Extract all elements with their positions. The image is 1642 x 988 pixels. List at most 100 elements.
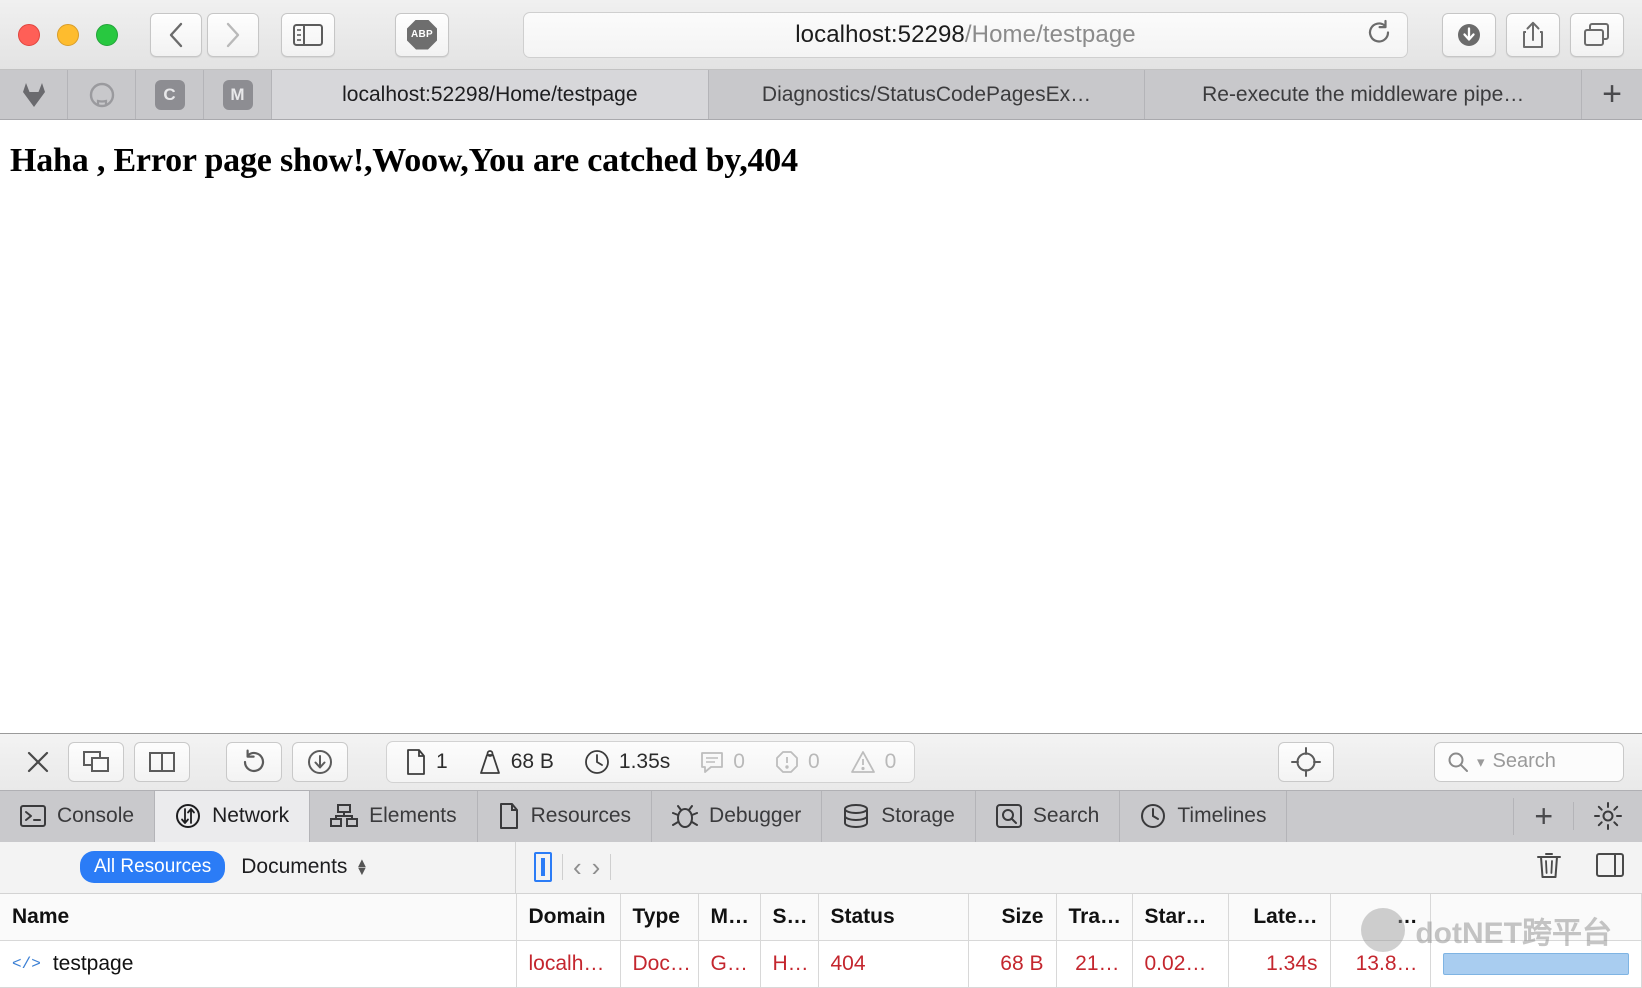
inspector-settings-button[interactable] xyxy=(1573,802,1642,830)
column-status[interactable]: Status xyxy=(818,893,969,941)
preserve-log-button[interactable] xyxy=(292,741,348,782)
sidebar-toggle-button[interactable] xyxy=(281,12,335,57)
new-tab-button[interactable]: + xyxy=(1582,70,1642,119)
next-resource-button[interactable]: › xyxy=(592,852,601,883)
minimize-window-button[interactable] xyxy=(57,23,79,46)
resources-icon xyxy=(499,803,518,829)
search-icon xyxy=(995,804,1022,828)
tab-elements[interactable]: Elements xyxy=(310,790,478,842)
browser-tab-2[interactable]: Diagnostics/StatusCodePagesEx… xyxy=(709,70,1146,119)
back-button[interactable] xyxy=(150,12,202,57)
favorite-m[interactable]: M xyxy=(204,70,272,119)
close-inspector-button[interactable] xyxy=(18,742,58,782)
cell-method: G… xyxy=(698,940,761,988)
cell-latency: 1.34s xyxy=(1228,940,1331,988)
debugger-icon xyxy=(672,805,699,828)
tab-console[interactable]: Console xyxy=(0,790,156,842)
add-tab-button[interactable]: + xyxy=(1513,797,1573,835)
tab-resources[interactable]: Resources xyxy=(478,790,653,842)
network-filter-right: ‹ › xyxy=(516,842,1642,893)
browser-tab-1[interactable]: localhost:52298/Home/testpage xyxy=(272,70,709,119)
m-badge-icon: M xyxy=(222,79,253,110)
column-latency[interactable]: Late… xyxy=(1228,893,1331,941)
console-icon xyxy=(20,805,46,827)
column-start[interactable]: Star… xyxy=(1132,893,1229,941)
column-size[interactable]: Size xyxy=(968,893,1057,941)
split-panel-icon xyxy=(1596,852,1624,877)
network-filter-bar: All Resources Documents ▲ ▼ ‹ › xyxy=(0,841,1642,894)
stat-resources: 1 xyxy=(405,748,448,775)
tab-overview-button[interactable] xyxy=(1570,12,1624,57)
tab-search[interactable]: Search xyxy=(976,790,1121,842)
network-filter-left: All Resources Documents ▲ ▼ xyxy=(0,841,516,893)
dock-detached-button[interactable] xyxy=(68,741,124,782)
toolbar-right-buttons xyxy=(1442,12,1624,57)
divider xyxy=(562,854,563,880)
tab-storage[interactable]: Storage xyxy=(822,790,976,842)
tab-timelines[interactable]: Timelines xyxy=(1120,790,1288,842)
resource-type-value: Documents xyxy=(241,855,348,878)
stat-errors: 0 xyxy=(775,750,820,774)
previous-resource-button[interactable]: ‹ xyxy=(573,852,582,883)
inspect-element-button[interactable] xyxy=(1278,741,1334,782)
stat-resources-value: 1 xyxy=(436,749,448,773)
search-dropdown-icon[interactable]: ▾ xyxy=(1477,753,1485,771)
column-duration[interactable]: … xyxy=(1330,893,1431,941)
all-resources-filter[interactable]: All Resources xyxy=(80,851,226,883)
chevron-left-icon xyxy=(169,22,183,47)
document-code-icon: </> xyxy=(12,955,41,973)
stat-warnings: 0 xyxy=(850,750,896,774)
adblock-plus-button[interactable]: ABP xyxy=(395,12,449,57)
address-bar[interactable]: localhost:52298/Home/testpage xyxy=(523,11,1408,58)
column-method[interactable]: M… xyxy=(698,893,761,941)
browser-tab-3[interactable]: Re-execute the middleware pipe… xyxy=(1145,70,1583,119)
page-heading: Haha , Error page show!,Woow,You are cat… xyxy=(10,142,798,179)
column-type[interactable]: Type xyxy=(620,893,699,941)
forward-button[interactable] xyxy=(207,12,259,57)
tab-resources-label: Resources xyxy=(530,804,632,827)
column-waterfall[interactable] xyxy=(1430,893,1642,941)
clear-network-button[interactable] xyxy=(1536,851,1562,884)
stat-errors-value: 0 xyxy=(807,749,820,773)
column-name[interactable]: Name xyxy=(0,893,517,941)
github-icon xyxy=(89,82,114,107)
close-window-button[interactable] xyxy=(18,23,40,46)
downloads-button[interactable] xyxy=(1442,12,1496,57)
error-icon xyxy=(776,750,798,773)
clock-icon xyxy=(584,749,609,774)
search-icon xyxy=(1448,752,1468,772)
tab-debugger-label: Debugger xyxy=(709,804,802,827)
column-domain[interactable]: Domain xyxy=(516,893,621,941)
zoom-window-button[interactable] xyxy=(96,23,118,46)
storage-icon xyxy=(844,804,869,828)
share-button[interactable] xyxy=(1506,12,1560,57)
message-icon xyxy=(701,751,724,773)
timelines-icon xyxy=(1141,804,1166,828)
tab-debugger[interactable]: Debugger xyxy=(652,790,823,842)
navigation-buttons xyxy=(150,12,259,57)
tab-bar: C M localhost:52298/Home/testpage Diagno… xyxy=(0,70,1642,120)
dock-side-button[interactable] xyxy=(134,741,190,782)
column-scheme[interactable]: S… xyxy=(760,893,819,941)
table-row[interactable]: </> testpage localh… Doc… G… H… 404 68 B… xyxy=(0,940,1642,988)
browser-toolbar: ABP localhost:52298/Home/testpage xyxy=(0,0,1642,70)
cell-name[interactable]: </> testpage xyxy=(0,940,517,988)
table-header-row: Name Domain Type M… S… Status Size Tra… … xyxy=(0,893,1642,941)
toggle-details-sidebar-button[interactable] xyxy=(1596,852,1624,883)
favorite-github[interactable] xyxy=(68,70,136,119)
inspector-search-field[interactable]: ▾ Search xyxy=(1434,741,1624,782)
crosshair-icon xyxy=(1291,746,1321,777)
column-transferred[interactable]: Tra… xyxy=(1056,893,1133,941)
favorite-c[interactable]: C xyxy=(136,70,204,119)
favorite-gitlab[interactable] xyxy=(0,70,68,119)
resource-name-cell: </> testpage xyxy=(12,952,504,976)
reload-page-button[interactable] xyxy=(226,741,282,782)
stat-size: 68 B xyxy=(478,749,554,775)
cell-transferred: 21… xyxy=(1056,940,1133,988)
reload-button[interactable] xyxy=(1365,18,1393,51)
cell-name-value: testpage xyxy=(52,952,134,975)
resource-type-select[interactable]: Documents ▲ ▼ xyxy=(241,855,368,879)
reload-icon xyxy=(1368,19,1390,43)
detail-view-toggle[interactable] xyxy=(534,852,552,882)
tab-network[interactable]: Network xyxy=(155,790,311,842)
